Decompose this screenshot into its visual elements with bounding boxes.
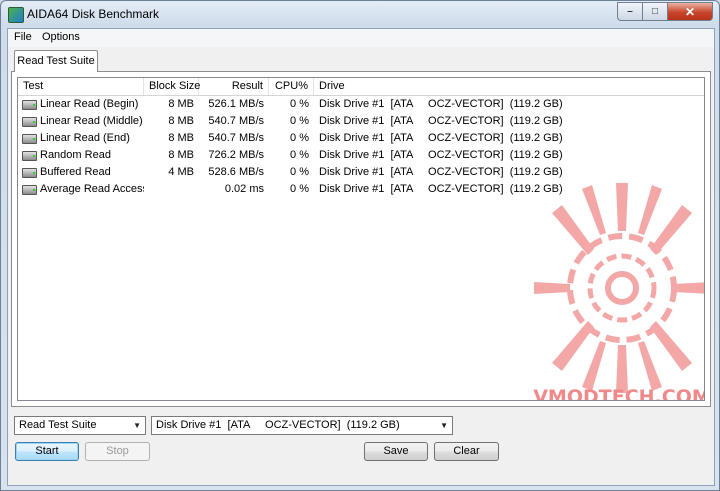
table-header: Test Block Size Result CPU% Drive — [18, 78, 704, 96]
test-suite-select-value: Read Test Suite — [19, 419, 97, 431]
cell-result: 528.6 MB/s — [208, 166, 264, 178]
cell-cpu: 0 % — [290, 98, 309, 110]
cell-test-label: Linear Read (Begin) — [40, 98, 139, 110]
drive-select[interactable]: Disk Drive #1 [ATA OCZ-VECTOR] (119.2 GB… — [151, 416, 453, 435]
cell-block-size: 8 MB — [168, 132, 194, 144]
column-header-cpu[interactable]: CPU% — [269, 78, 314, 95]
tab-panel: Test Block Size Result CPU% Drive Linear… — [11, 71, 711, 407]
caption-buttons: – □ ✕ — [617, 2, 713, 21]
cell-test: Average Read Access — [18, 181, 144, 198]
drive-select-value: Disk Drive #1 [ATA OCZ-VECTOR] (119.2 GB… — [156, 419, 400, 431]
menu-bar: File Options — [8, 29, 714, 47]
hard-disk-icon — [22, 150, 37, 161]
hard-disk-icon — [22, 116, 37, 127]
window-title: AIDA64 Disk Benchmark — [27, 7, 160, 21]
cell-drive: Disk Drive #1 [ATA OCZ-VECTOR] (119.2 GB… — [319, 149, 563, 161]
cell-result: 526.1 MB/s — [208, 98, 264, 110]
column-header-test[interactable]: Test — [18, 78, 144, 95]
cell-drive: Disk Drive #1 [ATA OCZ-VECTOR] (119.2 GB… — [319, 132, 563, 144]
table-row[interactable]: Linear Read (Begin) 8 MB 526.1 MB/s 0 % Disk… — [18, 96, 704, 113]
maximize-button[interactable]: □ — [643, 2, 668, 21]
cell-block-size: 8 MB — [168, 149, 194, 161]
table-row[interactable]: Linear Read (Middle) 8 MB 540.7 MB/s 0 % Dis… — [18, 113, 704, 130]
cell-cpu: 0 % — [290, 149, 309, 161]
cell-drive: Disk Drive #1 [ATA OCZ-VECTOR] (119.2 GB… — [319, 98, 563, 110]
watermark-text: VMODTECH.COM — [533, 386, 705, 401]
minimize-button[interactable]: – — [617, 2, 643, 21]
stop-button[interactable]: Stop — [85, 442, 150, 461]
cell-cpu: 0 % — [290, 115, 309, 127]
menu-file[interactable]: File — [14, 31, 32, 43]
cell-test-label: Linear Read (End) — [40, 132, 130, 144]
cell-block-size — [144, 181, 199, 198]
cell-test: Linear Read (Middle) — [18, 113, 144, 130]
clear-button[interactable]: Clear — [434, 442, 499, 461]
cell-cpu: 0 % — [290, 166, 309, 178]
cell-test: Linear Read (End) — [18, 130, 144, 147]
chevron-down-icon: ▼ — [133, 421, 141, 430]
chevron-down-icon: ▼ — [440, 421, 448, 430]
tab-read-test-suite[interactable]: Read Test Suite — [14, 50, 98, 72]
cell-block-size: 8 MB — [168, 115, 194, 127]
test-suite-select[interactable]: Read Test Suite ▼ — [14, 416, 146, 435]
aida64-app-icon — [8, 7, 24, 23]
cell-result: 540.7 MB/s — [208, 115, 264, 127]
menu-options[interactable]: Options — [42, 31, 80, 43]
benchmark-window: AIDA64 Disk Benchmark – □ ✕ File Options… — [0, 0, 720, 491]
hard-disk-icon — [22, 99, 37, 110]
cell-test-label: Random Read — [40, 149, 111, 161]
cell-test: Buffered Read — [18, 164, 144, 181]
cell-result: 540.7 MB/s — [208, 132, 264, 144]
column-header-drive[interactable]: Drive — [314, 78, 704, 95]
vmodtech-watermark: VMODTECH.COM — [533, 183, 705, 401]
hard-disk-icon — [22, 184, 37, 195]
cell-cpu: 0 % — [290, 132, 309, 144]
results-list[interactable]: Test Block Size Result CPU% Drive Linear… — [17, 77, 705, 401]
cell-test-label: Buffered Read — [40, 166, 111, 178]
column-header-block-size[interactable]: Block Size — [144, 78, 200, 95]
hard-disk-icon — [22, 133, 37, 144]
cell-test-label: Linear Read (Middle) — [40, 115, 143, 127]
table-row[interactable]: Linear Read (End) 8 MB 540.7 MB/s 0 % Disk D… — [18, 130, 704, 147]
cell-drive: Disk Drive #1 [ATA OCZ-VECTOR] (119.2 GB… — [319, 115, 563, 127]
cell-test-label: Average Read Access — [40, 183, 144, 195]
close-button[interactable]: ✕ — [668, 2, 713, 21]
column-header-result[interactable]: Result — [199, 78, 269, 95]
cell-test: Linear Read (Begin) — [18, 96, 144, 113]
save-button[interactable]: Save — [364, 442, 428, 461]
hard-disk-icon — [22, 167, 37, 178]
start-button[interactable]: Start — [15, 442, 79, 461]
cell-result: 0.02 ms — [224, 183, 264, 195]
cell-cpu: 0 % — [290, 183, 309, 195]
cell-block-size: 4 MB — [168, 166, 194, 178]
client-area: File Options Read Test Suite Test Block … — [7, 28, 715, 486]
title-bar[interactable]: AIDA64 Disk Benchmark – □ ✕ — [1, 1, 719, 27]
cell-test: Random Read — [18, 147, 144, 164]
cell-block-size: 8 MB — [168, 98, 194, 110]
cell-result: 726.2 MB/s — [208, 149, 264, 161]
table-row[interactable]: Random Read 8 MB 726.2 MB/s 0 % Disk Drive #… — [18, 147, 704, 164]
